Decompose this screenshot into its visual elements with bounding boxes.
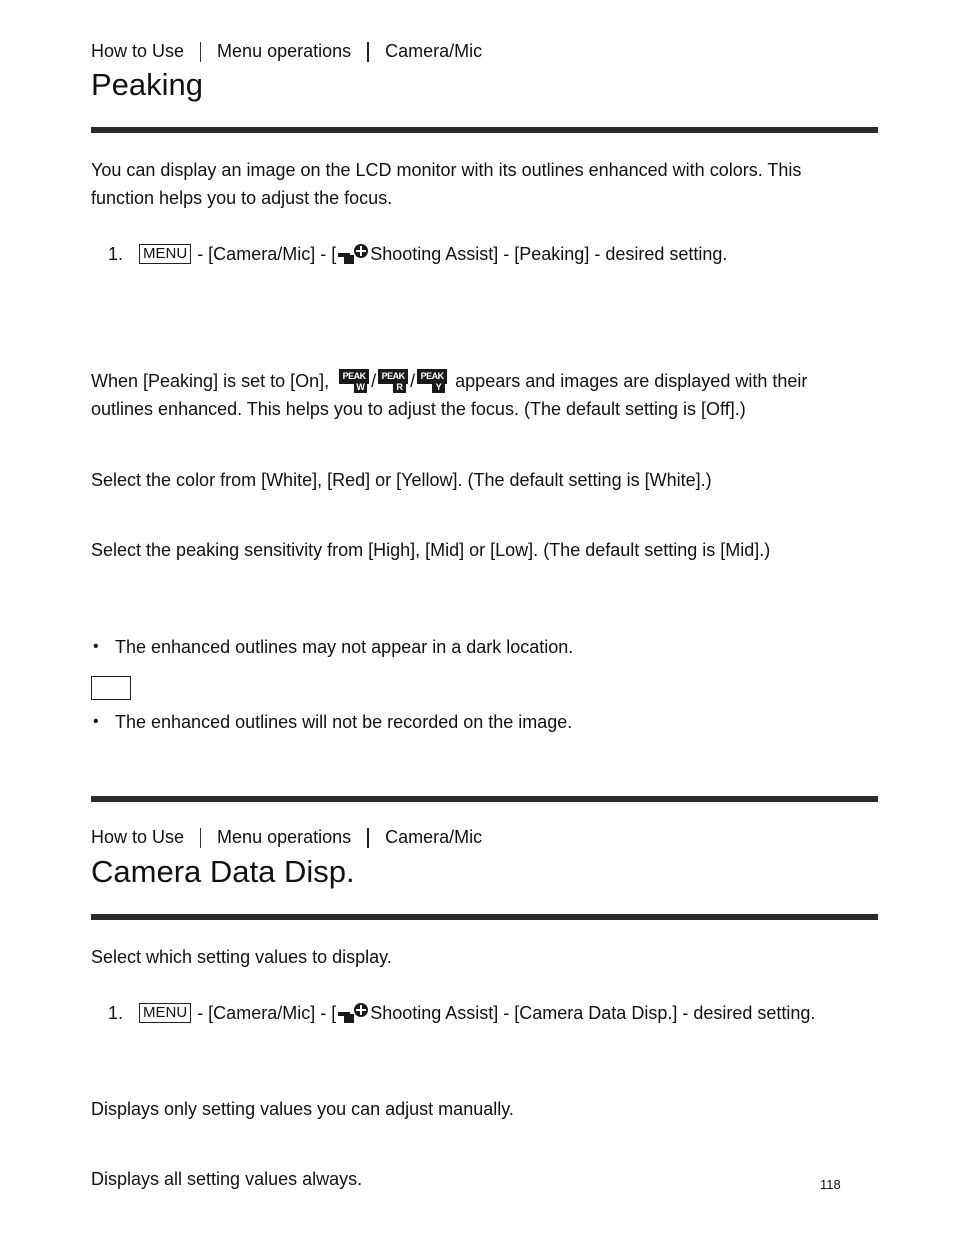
breadcrumb-separator xyxy=(200,41,202,62)
breadcrumb: How to Use Menu operations Camera/Mic xyxy=(91,41,482,62)
page-title: Camera Data Disp. xyxy=(91,854,355,889)
peaking-color-description: Select the color from [White], [Red] or … xyxy=(91,470,712,490)
page-number: 118 xyxy=(820,1177,841,1192)
slash: / xyxy=(371,371,377,391)
step-text: - [Camera/Mic] - [ xyxy=(197,244,337,264)
page-title: Peaking xyxy=(91,67,204,102)
section-divider xyxy=(91,796,878,802)
menu-button-icon: MENU xyxy=(139,1003,192,1023)
title-divider xyxy=(91,127,878,133)
note-item: The enhanced outlines will not be record… xyxy=(93,708,572,736)
description-text: outlines enhanced. This helps you to adj… xyxy=(91,399,746,419)
step-text: - [Camera/Mic] - [ xyxy=(197,1003,337,1023)
step-text: Shooting Assist] - [Camera Data Disp.] -… xyxy=(370,1003,816,1023)
description-text: When [Peaking] is set to [On], xyxy=(91,371,330,391)
breadcrumb-separator xyxy=(200,827,202,848)
breadcrumb-menu-operations[interactable]: Menu operations xyxy=(217,827,351,848)
intro-line: function helps you to adjust the focus. xyxy=(91,188,393,208)
intro-text: You can display an image on the LCD moni… xyxy=(91,156,801,212)
breadcrumb-menu-operations[interactable]: Menu operations xyxy=(217,41,351,62)
step-number: 1. xyxy=(108,1003,124,1023)
title-divider xyxy=(91,914,878,920)
slash: / xyxy=(410,371,416,391)
hint-box-icon xyxy=(91,676,131,700)
description-text: appears and images are displayed with th… xyxy=(455,371,808,391)
step-text: Shooting Assist] - [Peaking] - desired s… xyxy=(370,244,728,264)
menu-button-icon: MENU xyxy=(139,244,192,264)
shooting-assist-icon xyxy=(336,1002,370,1024)
step-1: 1. MENU - [Camera/Mic] - [ Shooting Assi… xyxy=(108,999,815,1027)
breadcrumb-how-to-use[interactable]: How to Use xyxy=(91,41,184,62)
option-description: Displays all setting values always. xyxy=(91,1169,363,1189)
step-number: 1. xyxy=(108,244,124,264)
breadcrumb-separator xyxy=(367,827,370,848)
peak-red-icon: PEAK R xyxy=(378,369,409,393)
breadcrumb-separator xyxy=(367,41,370,62)
breadcrumb: How to Use Menu operations Camera/Mic xyxy=(91,827,482,848)
note-item: The enhanced outlines may not appear in … xyxy=(93,633,573,661)
step-1: 1. MENU - [Camera/Mic] - [ Shooting Assi… xyxy=(108,240,727,268)
breadcrumb-camera-mic[interactable]: Camera/Mic xyxy=(385,41,482,62)
peak-white-icon: PEAK W xyxy=(339,369,370,393)
peaking-on-description: When [Peaking] is set to [On], PEAK W / P… xyxy=(91,367,807,423)
peaking-level-description: Select the peaking sensitivity from [Hig… xyxy=(91,540,771,560)
option-description: Displays only setting values you can adj… xyxy=(91,1099,514,1119)
breadcrumb-how-to-use[interactable]: How to Use xyxy=(91,827,184,848)
intro-text: Select which setting values to display. xyxy=(91,947,392,967)
shooting-assist-icon xyxy=(336,243,370,265)
peak-yellow-icon: PEAK Y xyxy=(417,369,448,393)
breadcrumb-camera-mic[interactable]: Camera/Mic xyxy=(385,827,482,848)
intro-line: You can display an image on the LCD moni… xyxy=(91,160,802,180)
